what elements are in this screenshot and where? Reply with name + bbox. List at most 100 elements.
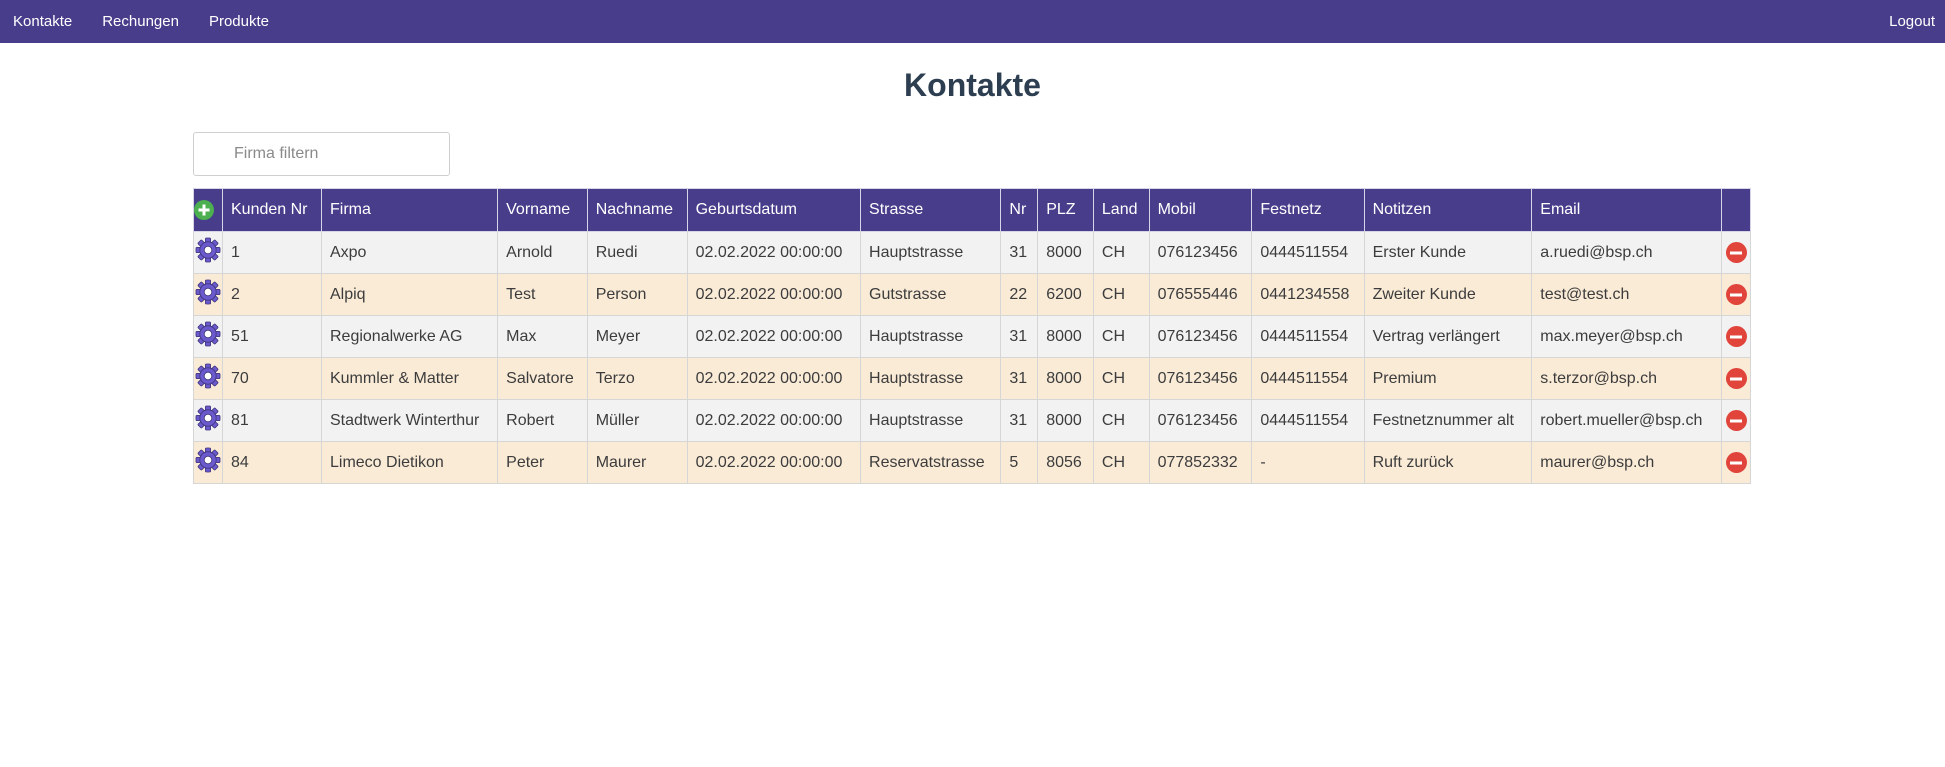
cell-land: CH: [1092, 357, 1150, 400]
table-row: 51 Regionalwerke AG Max Meyer 02.02.2022 00:…: [193, 315, 1751, 358]
table-row: 70 Kummler & Matter Salvatore Terzo 02.02.20…: [193, 357, 1751, 400]
table-header-row: Kunden Nr Firma Vorname Nachname Geburts…: [193, 188, 1751, 232]
filter-container: [193, 132, 450, 176]
cell-geburtsdatum: 02.02.2022 00:00:00: [686, 357, 862, 400]
delete-contact-icon[interactable]: [1725, 242, 1747, 263]
delete-cell: [1721, 273, 1751, 316]
cell-email: maurer@bsp.ch: [1531, 441, 1722, 484]
cell-email: a.ruedi@bsp.ch: [1531, 231, 1722, 274]
table-row: 84 Limeco Dietikon Peter Maurer 02.02.2022 0…: [193, 441, 1751, 484]
cell-nachname: Maurer: [586, 441, 688, 484]
cell-vorname: Test: [497, 273, 588, 316]
cell-kunden-nr: 81: [222, 399, 322, 442]
company-filter-input[interactable]: [193, 132, 450, 176]
cell-nachname: Ruedi: [586, 231, 688, 274]
delete-cell: [1721, 357, 1751, 400]
column-header-strasse: Strasse: [860, 188, 1002, 232]
cell-kunden-nr: 84: [222, 441, 322, 484]
gear-icon[interactable]: [195, 321, 221, 352]
cell-plz: 6200: [1037, 273, 1094, 316]
cell-strasse: Hauptstrasse: [860, 357, 1002, 400]
contacts-table: Kunden Nr Firma Vorname Nachname Geburts…: [193, 188, 1751, 484]
cell-plz: 8000: [1037, 231, 1094, 274]
cell-notitzen: Erster Kunde: [1363, 231, 1533, 274]
cell-vorname: Robert: [497, 399, 588, 442]
cell-firma: Axpo: [320, 231, 499, 274]
edit-cell: [193, 231, 223, 274]
cell-nr: 31: [1000, 357, 1039, 400]
column-header-geburtsdatum: Geburtsdatum: [686, 188, 862, 232]
cell-nr: 31: [1000, 231, 1039, 274]
column-header-firma: Firma: [320, 188, 499, 232]
gear-icon[interactable]: [195, 237, 221, 268]
cell-firma: Alpiq: [320, 273, 499, 316]
cell-firma: Limeco Dietikon: [320, 441, 499, 484]
column-header-kunden-nr: Kunden Nr: [222, 188, 322, 232]
cell-strasse: Reservatstrasse: [860, 441, 1002, 484]
top-navbar: Kontakte Rechungen Produkte Logout: [0, 0, 1945, 43]
cell-nachname: Meyer: [586, 315, 688, 358]
gear-icon[interactable]: [195, 447, 221, 478]
table-row: 1 Axpo Arnold Ruedi 02.02.2022 00:00:00 Haupt…: [193, 231, 1751, 274]
gear-icon[interactable]: [195, 405, 221, 436]
cell-festnetz: 0444511554: [1251, 357, 1365, 400]
cell-plz: 8056: [1037, 441, 1094, 484]
delete-contact-icon[interactable]: [1725, 410, 1747, 431]
delete-column-header: [1721, 188, 1751, 232]
cell-kunden-nr: 2: [222, 273, 322, 316]
cell-land: CH: [1092, 441, 1150, 484]
cell-nachname: Müller: [586, 399, 688, 442]
cell-geburtsdatum: 02.02.2022 00:00:00: [686, 273, 862, 316]
edit-cell: [193, 399, 223, 442]
cell-land: CH: [1092, 273, 1150, 316]
cell-vorname: Arnold: [497, 231, 588, 274]
cell-kunden-nr: 1: [222, 231, 322, 274]
cell-nr: 22: [1000, 273, 1039, 316]
cell-email: robert.mueller@bsp.ch: [1531, 399, 1722, 442]
cell-kunden-nr: 51: [222, 315, 322, 358]
delete-contact-icon[interactable]: [1725, 368, 1747, 389]
cell-land: CH: [1092, 315, 1150, 358]
cell-nr: 31: [1000, 315, 1039, 358]
cell-notitzen: Zweiter Kunde: [1363, 273, 1533, 316]
delete-cell: [1721, 441, 1751, 484]
delete-contact-icon[interactable]: [1725, 284, 1747, 305]
delete-contact-icon[interactable]: [1725, 452, 1747, 473]
nav-item-rechungen[interactable]: Rechungen: [87, 13, 194, 30]
column-header-land: Land: [1092, 188, 1150, 232]
cell-mobil: 076123456: [1148, 357, 1253, 400]
cell-notitzen: Ruft zurück: [1363, 441, 1533, 484]
nav-item-produkte[interactable]: Produkte: [194, 13, 284, 30]
gear-icon[interactable]: [195, 279, 221, 310]
edit-cell: [193, 441, 223, 484]
table-body: 1 Axpo Arnold Ruedi 02.02.2022 00:00:00 Haupt…: [193, 231, 1751, 484]
add-column-header: [193, 188, 223, 232]
cell-festnetz: 0444511554: [1251, 399, 1365, 442]
column-header-mobil: Mobil: [1148, 188, 1253, 232]
table-row: 2 Alpiq Test Person 02.02.2022 00:00:00 Gutst…: [193, 273, 1751, 316]
cell-kunden-nr: 70: [222, 357, 322, 400]
delete-cell: [1721, 399, 1751, 442]
cell-land: CH: [1092, 231, 1150, 274]
cell-firma: Stadtwerk Winterthur: [320, 399, 499, 442]
gear-icon[interactable]: [195, 363, 221, 394]
column-header-nachname: Nachname: [586, 188, 688, 232]
cell-vorname: Max: [497, 315, 588, 358]
cell-plz: 8000: [1037, 357, 1094, 400]
delete-contact-icon[interactable]: [1725, 326, 1747, 347]
nav-item-kontakte[interactable]: Kontakte: [0, 13, 87, 30]
cell-geburtsdatum: 02.02.2022 00:00:00: [686, 231, 862, 274]
cell-geburtsdatum: 02.02.2022 00:00:00: [686, 399, 862, 442]
cell-festnetz: -: [1251, 441, 1365, 484]
cell-notitzen: Premium: [1363, 357, 1533, 400]
cell-notitzen: Festnetznummer alt: [1363, 399, 1533, 442]
table-row: 81 Stadtwerk Winterthur Robert Müller 02.02.…: [193, 399, 1751, 442]
add-contact-icon[interactable]: [194, 200, 214, 220]
cell-firma: Kummler & Matter: [320, 357, 499, 400]
delete-cell: [1721, 315, 1751, 358]
column-header-nr: Nr: [1000, 188, 1039, 232]
cell-strasse: Gutstrasse: [860, 273, 1002, 316]
cell-email: max.meyer@bsp.ch: [1531, 315, 1722, 358]
cell-strasse: Hauptstrasse: [860, 231, 1002, 274]
logout-link[interactable]: Logout: [1889, 13, 1945, 30]
